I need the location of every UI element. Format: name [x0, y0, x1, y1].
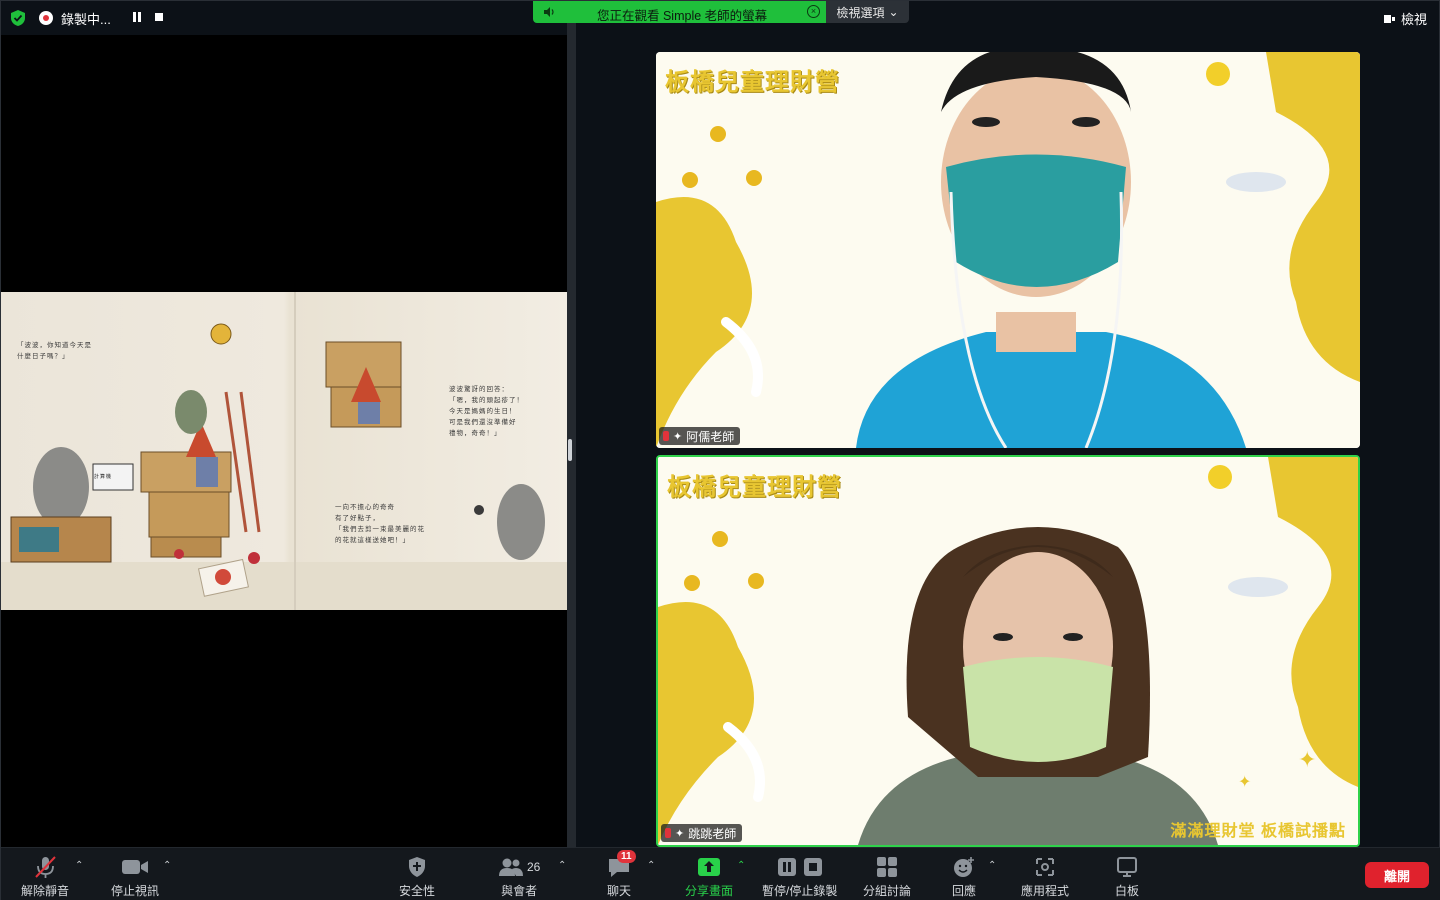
- participant-name: 跳跳老師: [688, 826, 737, 841]
- add-reaction-icon: [954, 857, 974, 877]
- book-spine: [294, 292, 296, 610]
- pause-stop-recording-label: 暫停/停止錄製: [762, 884, 838, 898]
- virtual-background: [656, 52, 1360, 448]
- reactions-label: 回應: [952, 884, 977, 898]
- pin-icon: ✦: [673, 430, 683, 443]
- leave-meeting-button[interactable]: 離開: [1365, 862, 1429, 888]
- share-screen-icon: [698, 858, 720, 876]
- book-text-right-top: 波波驚訝的回答： 「嗯，我的頭起疹了！ 今天是媽媽的生日！ 可是我們還沒準備好 …: [449, 386, 524, 437]
- breakout-rooms-icon: [877, 857, 897, 877]
- pin-icon: ✦: [675, 827, 685, 840]
- security-label: 安全性: [399, 884, 436, 898]
- picture-book-image: 「波波，你知道今天是 什麼日子嗎？」 波波驚訝的回答： 「嗯，我的頭起疹了！ 今…: [1, 292, 567, 610]
- background-watermark: 滿滿理財堂 板橋試播點: [1170, 823, 1346, 840]
- speaker-icon[interactable]: [543, 6, 556, 18]
- chat-options-caret-icon[interactable]: ⌃: [647, 860, 655, 871]
- recording-label: 錄製中...: [61, 11, 111, 27]
- divider-drag-handle[interactable]: [568, 439, 572, 461]
- view-options-label: 檢視選項: [836, 5, 885, 20]
- view-button-label: 檢視: [1400, 12, 1427, 27]
- view-layout-icon: [1383, 14, 1395, 23]
- apps-icon: [1036, 858, 1054, 876]
- top-bar: 錄製中... 您正在觀看 Simple 老師的螢幕 × 檢視選項 ⌄ 檢視: [1, 1, 1440, 35]
- pause-stop-recording-button[interactable]: 暫停/停止錄製: [762, 854, 837, 899]
- participant-video-tile[interactable]: 板橋兒童理財營 ✦ 阿儒老師: [656, 52, 1360, 448]
- share-screen-button[interactable]: 分享畫面: [685, 854, 733, 899]
- stop-viewing-close-icon[interactable]: ×: [807, 5, 820, 18]
- whiteboard-button[interactable]: 白板: [1115, 854, 1139, 899]
- view-options-button[interactable]: 檢視選項 ⌄: [826, 1, 909, 23]
- unmute-button[interactable]: 解除靜音: [21, 854, 69, 899]
- calculator-label: 計算機: [94, 474, 113, 480]
- unread-chat-badge: 11: [617, 850, 636, 863]
- background-title: 板橋兒童理財營: [665, 67, 840, 96]
- meeting-controls-toolbar: 解除靜音 ⌃ 停止視訊 ⌃ 安全性 26 與會者 ⌃ 11 聊天 ⌃ 分享畫面 …: [1, 847, 1440, 900]
- chat-button[interactable]: 11 聊天: [607, 850, 636, 899]
- whiteboard-icon: [1117, 857, 1137, 877]
- security-shield-icon: [409, 857, 425, 877]
- apps-label: 應用程式: [1021, 884, 1070, 898]
- screen-share-banner: 您正在觀看 Simple 老師的螢幕 × 檢視選項 ⌄: [533, 1, 909, 23]
- shared-screen-content: 「波波，你知道今天是 什麼日子嗎？」 波波驚訝的回答： 「嗯，我的頭起疹了！ 今…: [1, 274, 567, 628]
- muted-mic-icon: [663, 431, 669, 441]
- svg-text:✦: ✦: [1298, 747, 1316, 772]
- video-options-caret-icon[interactable]: ⌃: [163, 860, 171, 871]
- share-options-caret-icon[interactable]: ⌃: [737, 860, 745, 871]
- share-banner-text: 您正在觀看 Simple 老師的螢幕: [597, 9, 768, 23]
- participants-label: 與會者: [501, 884, 538, 898]
- book-text-right-bottom: 一向不擔心的奇奇 有了好點子， 「我們去剪一束最美麗的花 的花就這樣送她吧！」: [335, 504, 425, 544]
- share-screen-label: 分享畫面: [685, 884, 734, 898]
- stop-video-button[interactable]: 停止視訊: [111, 854, 159, 899]
- stop-recording-icon[interactable]: [155, 13, 163, 21]
- whiteboard-label: 白板: [1115, 884, 1140, 898]
- breakout-rooms-button[interactable]: 分組討論: [863, 854, 911, 899]
- zoom-meeting-window: 錄製中... 您正在觀看 Simple 老師的螢幕 × 檢視選項 ⌄ 檢視 「波…: [0, 0, 1440, 900]
- security-shield-icon[interactable]: [9, 9, 27, 27]
- split-view-divider[interactable]: [567, 23, 576, 847]
- breakout-rooms-label: 分組討論: [863, 884, 912, 898]
- stop-icon: [803, 858, 822, 876]
- view-button[interactable]: 檢視: [1383, 9, 1427, 28]
- participant-nametag: ✦ 跳跳老師: [661, 824, 743, 842]
- recording-dot-icon: [39, 11, 53, 25]
- audio-options-caret-icon[interactable]: ⌃: [75, 860, 83, 871]
- participants-icon: [499, 858, 523, 876]
- participants-count: 26: [527, 860, 541, 874]
- book-text-left: 「波波，你知道今天是 什麼日子嗎？」: [17, 342, 92, 360]
- reactions-options-caret-icon[interactable]: ⌃: [988, 860, 996, 871]
- apps-button[interactable]: 應用程式: [1021, 854, 1069, 899]
- muted-mic-icon: [665, 828, 671, 838]
- participants-options-caret-icon[interactable]: ⌃: [558, 860, 566, 871]
- unmute-label: 解除靜音: [21, 884, 70, 898]
- chevron-down-icon: ⌄: [888, 5, 899, 19]
- shared-screen-area: 「波波，你知道今天是 什麼日子嗎？」 波波驚訝的回答： 「嗯，我的頭起疹了！ 今…: [1, 35, 567, 847]
- reactions-button[interactable]: 回應: [952, 854, 976, 899]
- chat-label: 聊天: [607, 884, 632, 898]
- share-status: 您正在觀看 Simple 老師的螢幕 ×: [533, 1, 826, 23]
- participant-nametag: ✦ 阿儒老師: [659, 427, 741, 445]
- security-button[interactable]: 安全性: [399, 854, 435, 899]
- participants-button[interactable]: 26 與會者: [498, 854, 540, 899]
- recording-indicator[interactable]: 錄製中...: [39, 7, 111, 29]
- video-camera-icon: [122, 860, 148, 874]
- background-title: 板橋兒童理財營: [667, 472, 842, 501]
- muted-microphone-icon: [35, 856, 56, 878]
- virtual-background: ✦ ✦: [658, 457, 1358, 845]
- active-speaker-video-tile[interactable]: ✦ ✦ 板橋兒童理財營 滿滿理財堂 板橋試播點 ✦ 跳跳老師: [656, 455, 1360, 847]
- pause-recording-icon[interactable]: [132, 12, 142, 22]
- svg-text:✦: ✦: [1238, 774, 1251, 791]
- participant-name: 阿儒老師: [686, 429, 735, 444]
- pause-icon: [777, 858, 796, 876]
- stop-video-label: 停止視訊: [111, 884, 160, 898]
